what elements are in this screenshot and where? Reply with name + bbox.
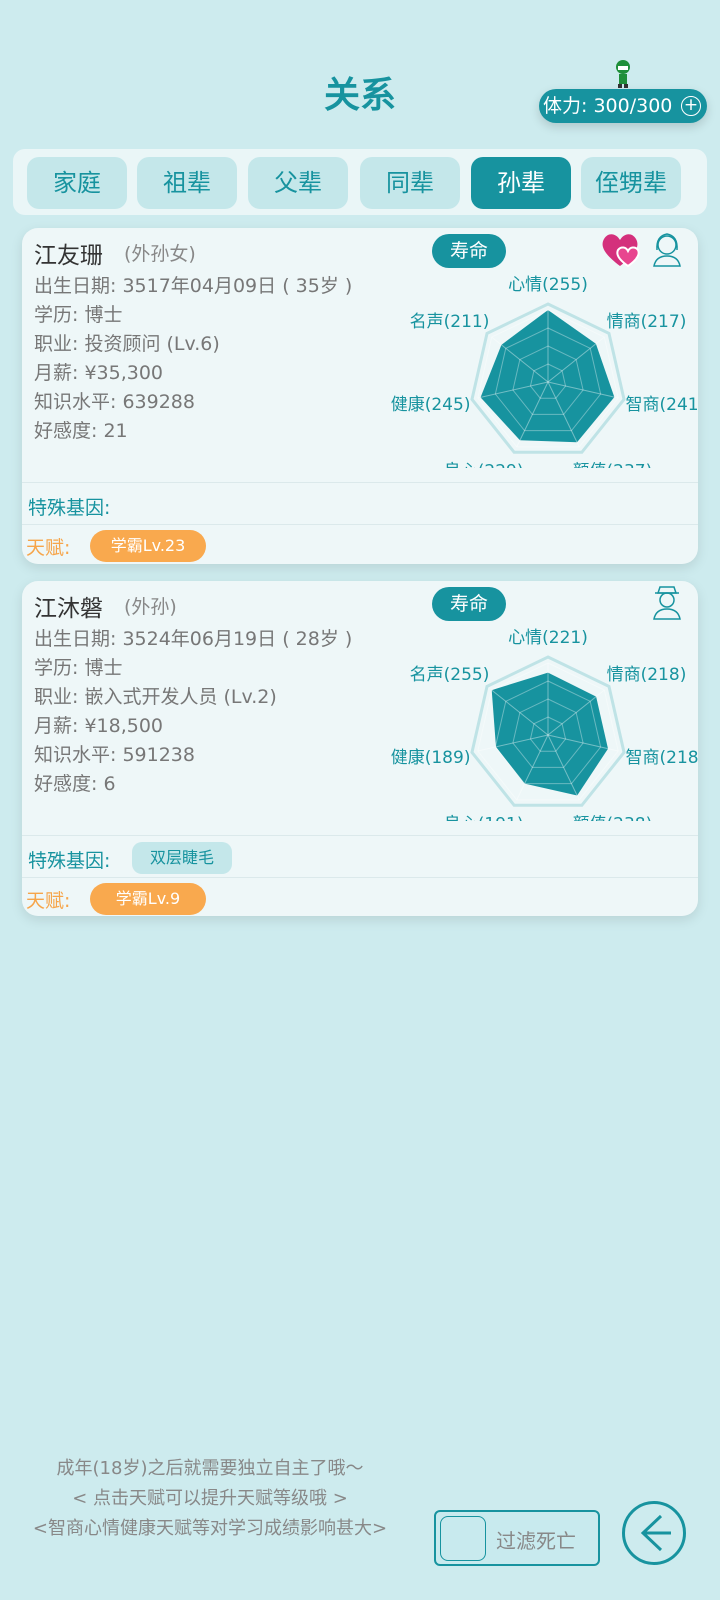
special-gene-chip[interactable]: 双层睫毛: [132, 842, 233, 874]
arrow-left-icon: [640, 1514, 671, 1552]
divider: [22, 524, 698, 525]
filter-checkbox[interactable]: [440, 1516, 486, 1561]
birth-date: 出生日期: 3524年06月19日 ( 28岁 ): [34, 628, 353, 650]
hint-line: < 点击天赋可以提升天赋等级哦 >: [72, 1488, 348, 1509]
radar-label: 名声(255): [410, 665, 490, 685]
hint-line: <智商心情健康天赋等对学习成绩影响甚大>: [32, 1518, 388, 1539]
filter-label: 过滤死亡: [496, 1529, 576, 1553]
tab-peers[interactable]: 同辈: [360, 157, 460, 209]
radar-label: 颜值(238): [573, 814, 653, 821]
generation-tabs: 家庭 祖辈 父辈 同辈 孙辈 侄甥辈: [13, 149, 707, 215]
affection: 好感度: 6: [34, 773, 116, 795]
education: 学历: 博士: [34, 304, 123, 326]
radar-label: 良心(229): [444, 461, 524, 468]
tab-grandchildren[interactable]: 孙辈: [471, 157, 571, 209]
radar-label: 心情(221): [508, 628, 588, 648]
hint-text: 成年(18岁)之后就需要独立自主了哦～ < 点击天赋可以提升天赋等级哦 > <智…: [0, 1454, 420, 1544]
education: 学历: 博士: [34, 657, 123, 679]
member-relation: (外孙): [124, 596, 177, 618]
radar-label: 智商(218): [626, 748, 698, 768]
member-relation: (外孙女): [124, 243, 196, 265]
tab-parents[interactable]: 父辈: [248, 157, 348, 209]
radar-label: 颜值(237): [573, 461, 653, 468]
occupation: 职业: 嵌入式开发人员 (Lv.2): [34, 686, 277, 708]
radar-label: 名声(211): [410, 312, 490, 332]
member-card[interactable]: 江沐磐 (外孙) 寿命 出生日期: 3524年06月19日 ( 28岁 ) 学历…: [22, 581, 698, 916]
back-button[interactable]: [622, 1501, 686, 1565]
occupation: 职业: 投资顾问 (Lv.6): [34, 333, 220, 355]
attribute-radar-chart: 心情(255) 情商(217) 智商(241) 颜值(237) 良心(229) 健康(24…: [391, 275, 698, 468]
tab-family[interactable]: 家庭: [27, 157, 127, 209]
talent-chip[interactable]: 学霸Lv.23: [90, 530, 206, 562]
radar-label: 情商(217): [607, 312, 687, 332]
hearts-icon[interactable]: [600, 230, 644, 270]
lifespan-button[interactable]: 寿命: [432, 587, 506, 621]
salary: 月薪: ¥18,500: [34, 715, 164, 737]
add-stamina-button[interactable]: +: [681, 96, 701, 116]
special-gene-label: 特殊基因:: [28, 497, 111, 519]
tab-grandparents[interactable]: 祖辈: [137, 157, 237, 209]
lifespan-button[interactable]: 寿命: [432, 234, 506, 268]
talent-chip[interactable]: 学霸Lv.9: [90, 883, 206, 915]
radar-label: 健康(245): [391, 395, 471, 415]
radar-label: 智商(241): [626, 395, 698, 415]
radar-label: 良心(191): [444, 814, 524, 821]
mascot-icon: [616, 60, 630, 88]
filter-dead-toggle[interactable]: 过滤死亡: [434, 1510, 600, 1566]
radar-label: 情商(218): [607, 665, 687, 685]
knowledge-level: 知识水平: 639288: [34, 391, 195, 413]
affection: 好感度: 21: [34, 420, 128, 442]
member-name: 江友珊: [34, 243, 103, 269]
member-card[interactable]: 江友珊 (外孙女) 寿命 出生日期: 3517年04月09日 ( 35岁 ) 学…: [22, 228, 698, 564]
divider: [22, 877, 698, 878]
divider: [22, 835, 698, 836]
stamina-indicator: 体力: 300/300 +: [539, 89, 707, 123]
hint-line: 成年(18岁)之后就需要独立自主了哦～: [56, 1458, 364, 1479]
talent-label: 天赋:: [26, 890, 71, 912]
attribute-radar-chart: 心情(221) 情商(218) 智商(218) 颜值(238) 良心(191) 健康(18…: [391, 628, 698, 821]
female-avatar-icon: [653, 233, 681, 267]
divider: [22, 482, 698, 483]
salary: 月薪: ¥35,300: [34, 362, 164, 384]
tab-nephews[interactable]: 侄甥辈: [581, 157, 681, 209]
member-name: 江沐磐: [34, 596, 103, 622]
stamina-text: 体力: 300/300: [543, 95, 673, 117]
birth-date: 出生日期: 3517年04月09日 ( 35岁 ): [34, 275, 353, 297]
knowledge-level: 知识水平: 591238: [34, 744, 195, 766]
special-gene-label: 特殊基因:: [28, 850, 111, 872]
radar-label: 健康(189): [391, 748, 471, 768]
talent-label: 天赋:: [26, 537, 71, 559]
male-avatar-icon: [653, 586, 681, 620]
radar-value-area: [480, 310, 615, 443]
radar-label: 心情(255): [508, 275, 588, 295]
